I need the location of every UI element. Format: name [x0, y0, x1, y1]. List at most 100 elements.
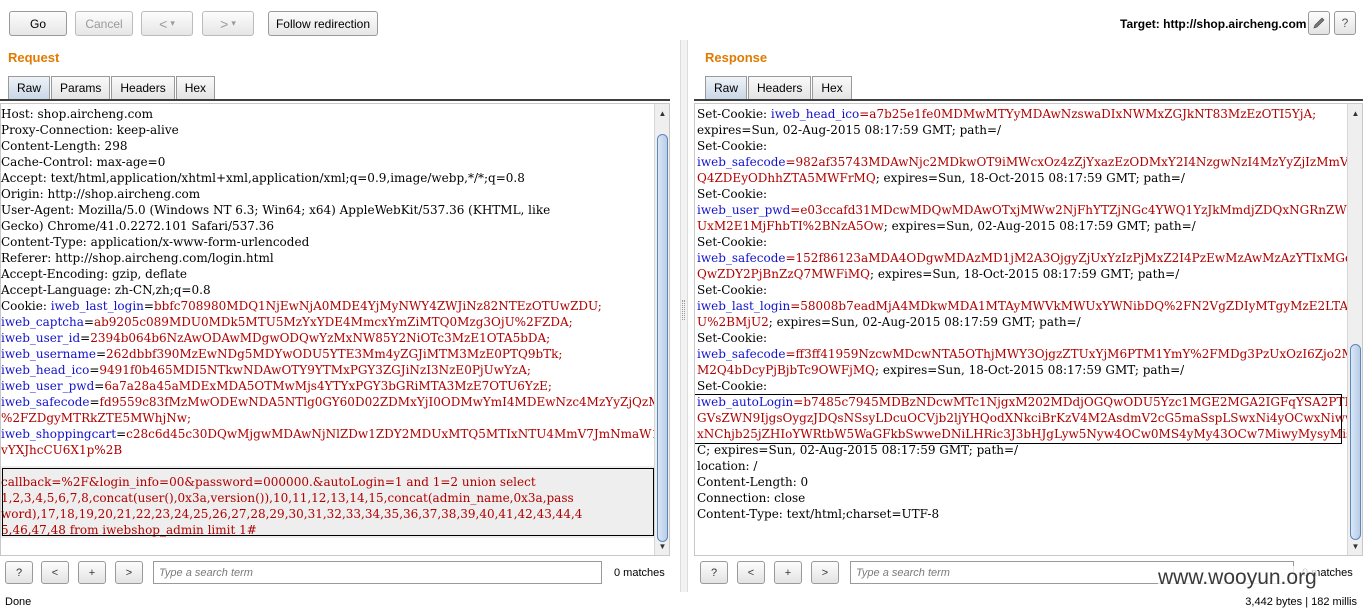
request-line: Gecko) Chrome/41.0.2272.101 Safari/537.3…	[1, 219, 274, 233]
help-button[interactable]: ?	[1334, 11, 1356, 35]
request-tab-hex[interactable]: Hex	[175, 76, 216, 99]
cookie-line: iweb_user_id=2394b064b6NzAwODAwMDgwODQwY…	[1, 331, 551, 345]
response-line: Set-Cookie:	[697, 331, 768, 345]
edit-target-button[interactable]	[1308, 11, 1330, 35]
request-tab-headers[interactable]: Headers	[111, 76, 175, 99]
cookie-line: vYXJhcCU6X1p%2B	[1, 443, 123, 457]
response-line: QwZDY2PjBnZzQ7MWFiMQ; expires=Sun, 18-Oc…	[697, 267, 1180, 281]
pencil-icon	[1313, 17, 1325, 29]
response-line: U%2BMjU2; expires=Sun, 02-Aug-2015 08:17…	[697, 315, 1081, 329]
cancel-button[interactable]: Cancel	[75, 11, 133, 36]
forward-arrow-icon: >	[220, 15, 229, 32]
request-line: Accept-Encoding: gzip, deflate	[1, 267, 188, 281]
request-tabs: Raw Params Headers Hex	[8, 76, 216, 100]
cookie-line: iweb_captcha=ab9205c089MDU0MDk5MTU5MzYxY…	[1, 315, 573, 329]
response-line: location: /	[697, 459, 758, 473]
request-editor[interactable]: Host: shop.aircheng.com Proxy-Connection:…	[0, 103, 670, 556]
request-line: Cache-Control: max-age=0	[1, 155, 166, 169]
response-line: Content-Type: text/html;charset=UTF-8	[697, 507, 940, 521]
request-add-button[interactable]: +	[78, 561, 106, 584]
request-line: Content-Type: application/x-www-form-url…	[1, 235, 310, 249]
response-text[interactable]: Set-Cookie: iweb_head_ico=a7b25e1fe0MDMw…	[697, 106, 1363, 522]
scroll-up-icon[interactable]: ▲	[655, 106, 669, 120]
request-tab-raw[interactable]: Raw	[8, 76, 51, 99]
cookie-line: %2FZDgyMTRkZTE5MWhjNw;	[1, 411, 192, 425]
response-line: Set-Cookie:	[697, 187, 768, 201]
follow-redirection-button[interactable]: Follow redirection	[268, 11, 378, 36]
cookie-line: iweb_head_ico=9491f0b465MDI5NTkwNDAwOTY9…	[1, 363, 531, 377]
forward-dropdown-icon[interactable]: ▾	[231, 18, 236, 29]
request-tab-rule	[0, 99, 670, 101]
request-next-button[interactable]: >	[115, 561, 143, 584]
splitter-grip-icon[interactable]	[682, 300, 685, 320]
response-line: iweb_last_login=58008b7eadMjA4MDkwMDA1MT…	[697, 299, 1362, 313]
response-line: Set-Cookie:	[697, 235, 768, 249]
watermark: www.wooyun.org	[1158, 566, 1317, 590]
target-label: Target: http://shop.aircheng.com	[1120, 17, 1307, 31]
cookie-line: iweb_safecode=fd9559c83fMzMwODEwNDA5NTlg…	[1, 395, 669, 409]
request-line: Proxy-Connection: keep-alive	[1, 123, 179, 137]
response-line: C; expires=Sun, 02-Aug-2015 08:17:59 GMT…	[697, 443, 1019, 457]
scroll-down-icon[interactable]: ▼	[1348, 539, 1362, 553]
scroll-up-icon[interactable]: ▲	[1348, 106, 1362, 120]
cookie-line: iweb_user_pwd=6a7a28a45aMDExMDA5OTMwMjs4…	[1, 379, 552, 393]
request-line: Accept: text/html,application/xhtml+xml,…	[1, 171, 525, 185]
response-line: Q4ZDEyODhhZTA5MWFrMQ; expires=Sun, 18-Oc…	[697, 171, 1185, 185]
response-title: Response	[705, 50, 768, 65]
response-line: Set-Cookie:	[697, 139, 768, 153]
request-search-input[interactable]	[153, 561, 602, 584]
help-icon: ?	[1341, 16, 1349, 30]
response-tab-rule	[694, 99, 1363, 101]
response-line: Set-Cookie: iweb_head_ico=a7b25e1fe0MDMw…	[697, 107, 1317, 121]
status-text: Done	[5, 596, 32, 608]
back-button[interactable]: < ▾	[141, 11, 193, 36]
response-stats: 3,442 bytes | 182 millis	[1245, 596, 1357, 608]
request-line: Referer: http://shop.aircheng.com/login.…	[1, 251, 274, 265]
response-line: Content-Length: 0	[697, 475, 809, 489]
back-dropdown-icon[interactable]: ▾	[170, 18, 175, 29]
scroll-down-icon[interactable]: ▼	[655, 539, 669, 553]
request-help-button[interactable]: ?	[5, 561, 33, 584]
cookie-line: Cookie: iweb_last_login=bbfc708980MDQ1Nj…	[1, 299, 602, 313]
response-line: iweb_user_pwd=e03ccafd31MDcwMDQwMDAwOTxj…	[697, 203, 1363, 217]
request-scrollbar[interactable]: ▲ ▼	[654, 104, 669, 555]
payload-box	[2, 468, 654, 536]
cookie-line: iweb_username=262dbbf390MzEwNDg5MDYwODU5…	[1, 347, 563, 361]
response-tabs: Raw Headers Hex	[705, 76, 853, 100]
scroll-thumb[interactable]	[1350, 344, 1361, 540]
forward-button[interactable]: > ▾	[202, 11, 254, 36]
request-line: User-Agent: Mozilla/5.0 (Windows NT 6.3;…	[1, 203, 551, 217]
response-help-button[interactable]: ?	[700, 561, 728, 584]
response-line: Set-Cookie:	[697, 283, 768, 297]
request-line: Accept-Language: zh-CN,zh;q=0.8	[1, 283, 211, 297]
response-line: iweb_safecode=982af35743MDAwNjc2MDkwOT9i…	[697, 155, 1363, 169]
autologin-box	[695, 394, 1342, 444]
response-prev-button[interactable]: <	[737, 561, 765, 584]
response-scrollbar[interactable]: ▲ ▼	[1347, 104, 1362, 555]
response-tab-raw[interactable]: Raw	[705, 76, 748, 99]
request-matches: 0 matches	[614, 567, 665, 579]
response-tab-hex[interactable]: Hex	[812, 76, 852, 99]
response-line: Connection: close	[697, 491, 806, 505]
back-arrow-icon: <	[159, 15, 168, 32]
response-line: M2Q4bDcyPjBjbTc9OWFjMQ; expires=Sun, 18-…	[697, 363, 1185, 377]
request-line: Origin: http://shop.aircheng.com	[1, 187, 201, 201]
response-editor[interactable]: Set-Cookie: iweb_head_ico=a7b25e1fe0MDMw…	[694, 103, 1363, 556]
response-line: Set-Cookie:	[697, 379, 768, 393]
scroll-thumb[interactable]	[657, 134, 668, 542]
request-prev-button[interactable]: <	[41, 561, 69, 584]
request-line: Host: shop.aircheng.com	[1, 107, 153, 121]
response-line: expires=Sun, 02-Aug-2015 08:17:59 GMT; p…	[697, 123, 1002, 137]
response-line: iweb_safecode=ff3ff41959NzcwMDcwNTA5OThj…	[697, 347, 1363, 361]
request-title: Request	[8, 50, 60, 65]
response-line: iweb_safecode=152f86123aMDA4ODgwMDAzMD1j…	[697, 251, 1363, 265]
response-line: UxM2E1MjFhbTI%2BNzA5Ow; expires=Sun, 02-…	[697, 219, 1196, 233]
go-button[interactable]: Go	[9, 11, 67, 36]
request-line: Content-Length: 298	[1, 139, 128, 153]
request-tab-params[interactable]: Params	[51, 76, 111, 99]
response-tab-headers[interactable]: Headers	[748, 76, 812, 99]
request-search-bar: ? < + > 0 matches	[0, 561, 680, 585]
response-add-button[interactable]: +	[774, 561, 802, 584]
cookie-line: iweb_shoppingcart=c28c6d45c30DQwMjgwMDAw…	[1, 427, 670, 441]
response-next-button[interactable]: >	[811, 561, 839, 584]
